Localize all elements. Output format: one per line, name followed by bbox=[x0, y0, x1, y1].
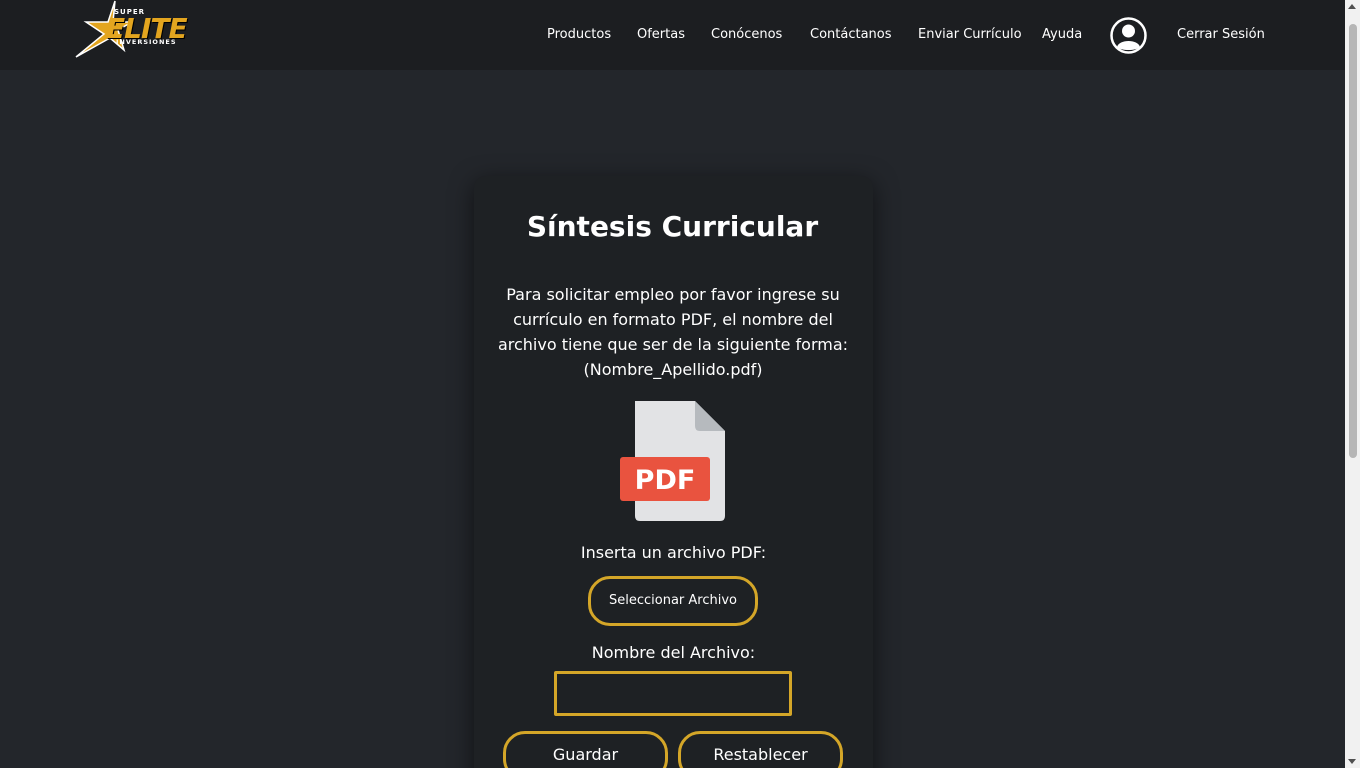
nav-ayuda[interactable]: Ayuda bbox=[1042, 27, 1082, 42]
navbar: SUPER ELITE INVERSIONES Productos Oferta… bbox=[0, 0, 1345, 70]
scroll-down-arrow-icon[interactable] bbox=[1348, 759, 1356, 764]
nav-contactanos[interactable]: Contáctanos bbox=[810, 27, 892, 42]
nav-enviar-curriculo[interactable]: Enviar Currículo bbox=[918, 27, 1022, 42]
insert-file-label: Inserta un archivo PDF: bbox=[580, 543, 767, 562]
nav-ofertas[interactable]: Ofertas bbox=[637, 27, 685, 42]
save-button[interactable]: Guardar bbox=[503, 731, 668, 768]
filename-field[interactable] bbox=[554, 671, 792, 716]
nav-productos[interactable]: Productos bbox=[547, 27, 611, 42]
pdf-file-icon: PDF bbox=[620, 401, 725, 521]
scroll-up-arrow-icon[interactable] bbox=[1348, 4, 1356, 9]
page-title: Síntesis Curricular bbox=[526, 210, 819, 243]
nav-cerrar-sesion[interactable]: Cerrar Sesión bbox=[1177, 27, 1265, 42]
nav-conocenos[interactable]: Conócenos bbox=[711, 27, 782, 42]
logo-inversiones-text: INVERSIONES bbox=[116, 38, 177, 46]
scroll-thumb[interactable] bbox=[1349, 24, 1357, 458]
select-file-button[interactable]: Seleccionar Archivo bbox=[588, 576, 758, 626]
user-account-icon[interactable] bbox=[1110, 17, 1147, 54]
instructions-text: Para solicitar empleo por favor ingrese … bbox=[497, 285, 849, 379]
filename-label: Nombre del Archivo: bbox=[591, 643, 756, 662]
pdf-label: PDF bbox=[635, 465, 696, 496]
brand-logo[interactable]: SUPER ELITE INVERSIONES bbox=[72, 0, 204, 60]
reset-button[interactable]: Restablecer bbox=[678, 731, 843, 768]
vertical-scrollbar[interactable] bbox=[1345, 0, 1360, 768]
